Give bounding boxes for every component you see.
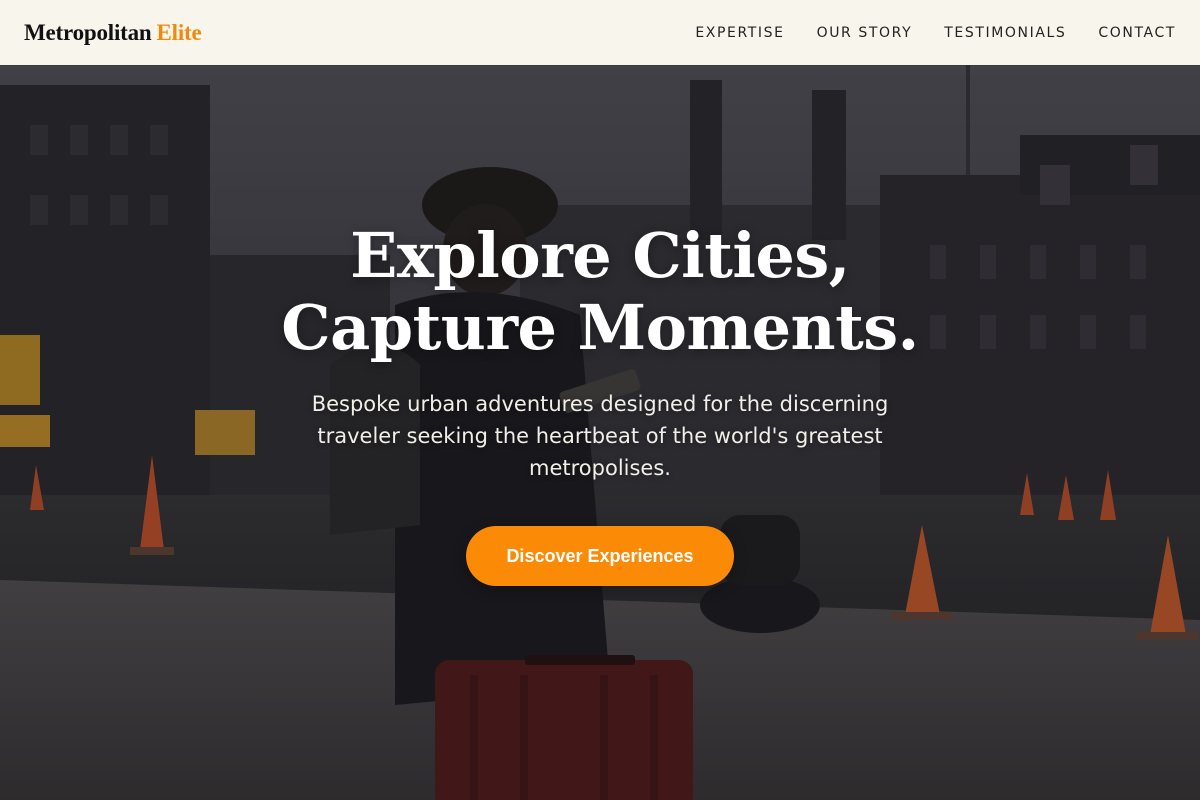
hero-title-line-1: Explore Cities, [350,219,850,292]
nav-item-expertise[interactable]: EXPERTISE [695,25,784,41]
nav-item-testimonials[interactable]: TESTIMONIALS [944,25,1066,41]
nav-item-contact[interactable]: CONTACT [1098,25,1176,41]
brand-logo[interactable]: Metropolitan Elite [24,20,202,46]
hero-subtitle: Bespoke urban adventures designed for th… [311,392,889,480]
nav-item-our-story[interactable]: OUR STORY [817,25,913,41]
hero-content: Explore Cities, Capture Moments. Bespoke… [0,220,1200,586]
discover-experiences-button[interactable]: Discover Experiences [466,526,734,586]
brand-accent: Elite [156,19,202,45]
site-header: Metropolitan Elite EXPERTISE OUR STORY TE… [0,0,1200,65]
hero-section: Explore Cities, Capture Moments. Bespoke… [0,65,1200,800]
brand-name: Metropolitan [24,19,152,45]
main-nav: EXPERTISE OUR STORY TESTIMONIALS CONTACT [695,25,1176,41]
hero-title: Explore Cities, Capture Moments. [281,220,919,364]
hero-title-line-2: Capture Moments. [281,291,919,364]
